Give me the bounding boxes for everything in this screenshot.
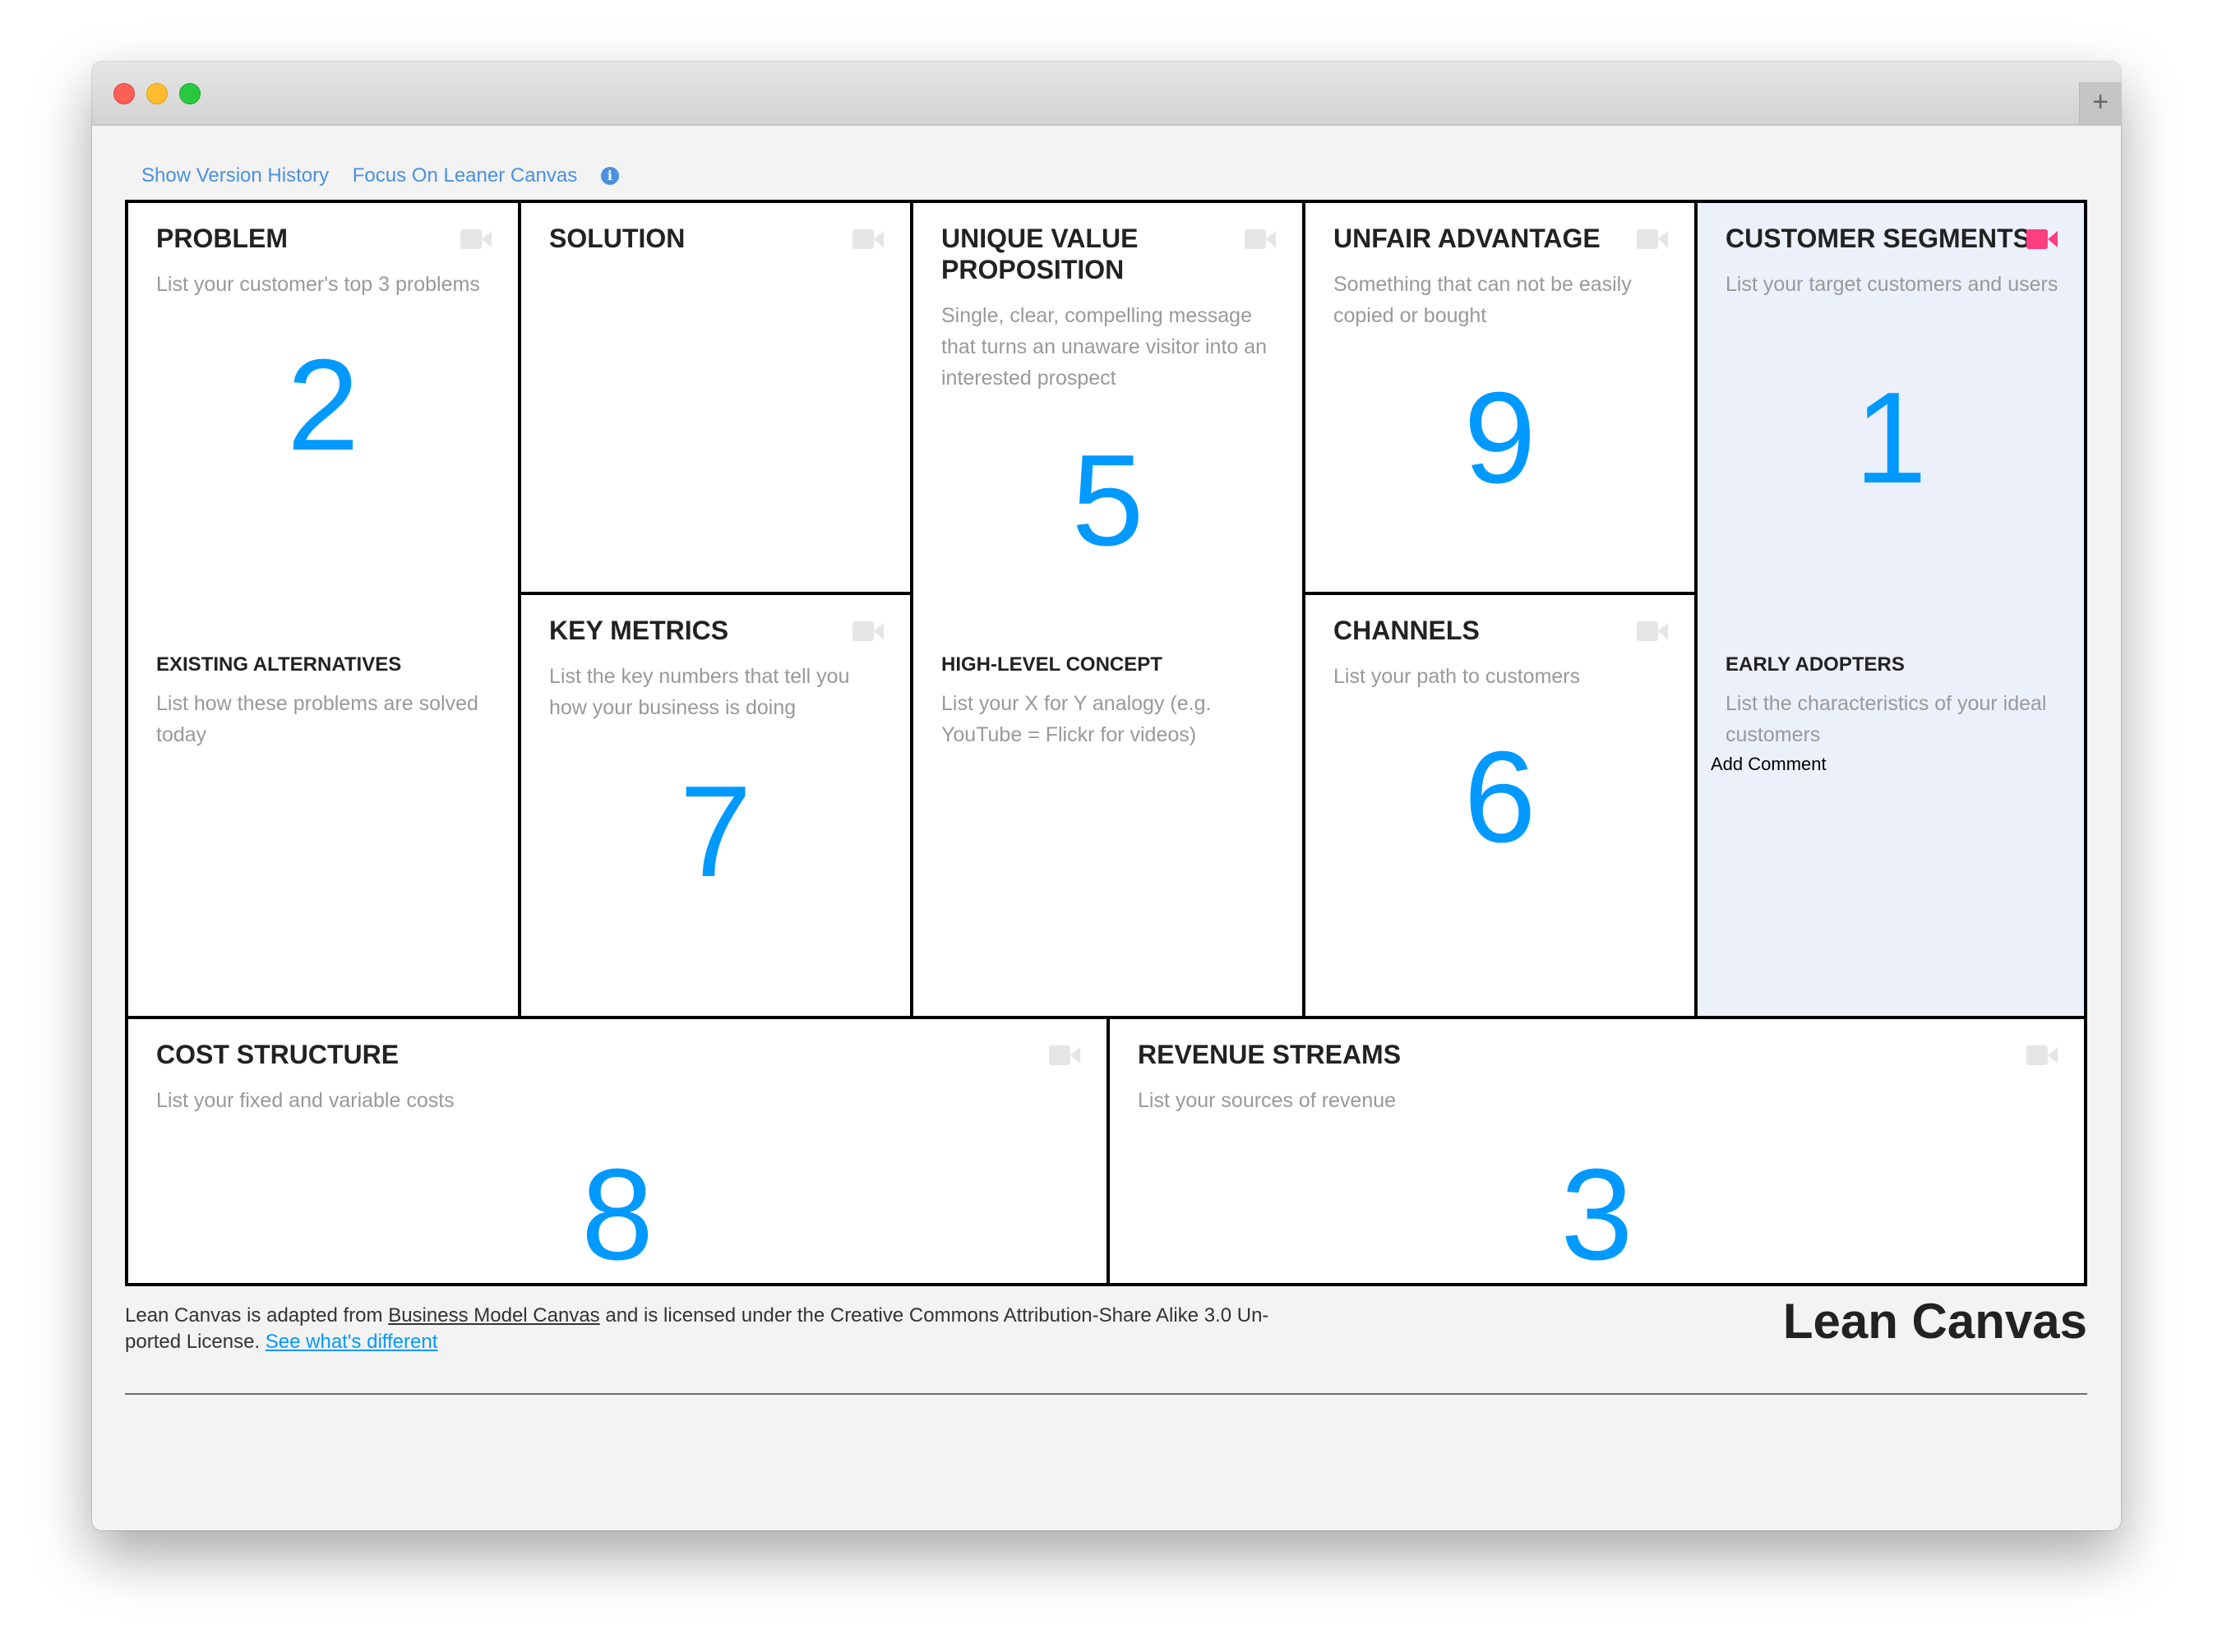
cell-title: COST STRUCTURE — [156, 1040, 400, 1069]
cell-customer-segments[interactable]: CUSTOMER SEGMENTS List your target custo… — [1698, 203, 2084, 1016]
cell-title: UNIQUE VALUE PROPOSITION — [941, 224, 1139, 284]
video-icon[interactable] — [1637, 229, 1668, 249]
cell-title: UNFAIR ADVANTAGE — [1333, 224, 1601, 253]
video-icon[interactable] — [1049, 1045, 1080, 1065]
cell-cost-structure[interactable]: COST STRUCTURE List your fixed and varia… — [128, 1016, 1110, 1283]
cell-description: List your sources of revenue — [1138, 1089, 1397, 1112]
cell-description: Something that can not be easily copied … — [1333, 273, 1632, 327]
cell-unique-value-proposition[interactable]: UNIQUE VALUE PROPOSITION Single, clear, … — [913, 203, 1305, 1016]
video-icon[interactable] — [2026, 229, 2058, 249]
license-text: Lean Canvas is adapted from — [125, 1304, 389, 1327]
cell-title: SOLUTION — [549, 224, 686, 253]
cell-description: List your path to customers — [1333, 665, 1581, 688]
cell-description: List your customer's top 3 problems — [156, 273, 480, 296]
canvas-toolbar: Show Version History Focus On Leaner Can… — [141, 164, 637, 187]
cell-description: List your target customers and users — [1726, 273, 2058, 296]
video-icon[interactable] — [1245, 229, 1276, 249]
close-window-button[interactable] — [113, 83, 135, 104]
cell-description: Single, clear, compelling message that t… — [941, 304, 1268, 390]
divider — [125, 1393, 2087, 1395]
subsection-description: List how these problems are solved today — [156, 692, 478, 746]
maximize-window-button[interactable] — [179, 83, 201, 104]
cell-title: KEY METRICS — [549, 616, 729, 645]
subsection-title: EARLY ADOPTERS — [1726, 653, 1905, 676]
cell-channels[interactable]: CHANNELS List your path to customers 6 — [1305, 595, 1698, 1016]
cell-description: List the key numbers that tell you how y… — [549, 665, 850, 719]
subsection-title: EXISTING ALTERNATIVES — [156, 653, 402, 676]
cell-unfair-advantage[interactable]: UNFAIR ADVANTAGE Something that can not … — [1305, 203, 1698, 595]
cell-title: CHANNELS — [1333, 616, 1480, 645]
browser-window: + Show Version History Focus On Leaner C… — [92, 62, 2121, 1530]
cell-number: 6 — [1463, 725, 1536, 870]
cell-number: 9 — [1463, 366, 1536, 510]
new-tab-button[interactable]: + — [2079, 82, 2121, 124]
lean-canvas-logo: Lean Canvas — [1782, 1294, 2087, 1349]
subsection-title: HIGH-LEVEL CONCEPT — [941, 653, 1162, 676]
title-bar: + — [92, 62, 2121, 126]
video-icon[interactable] — [852, 229, 884, 249]
focus-leaner-canvas-link[interactable]: Focus On Leaner Canvas — [353, 164, 577, 187]
video-icon[interactable] — [460, 229, 492, 249]
cell-number: 2 — [287, 333, 359, 478]
cell-number: 1 — [1855, 366, 1927, 510]
cell-description: List your fixed and variable costs — [156, 1089, 455, 1112]
cell-problem[interactable]: PROBLEM List your customer's top 3 probl… — [128, 203, 521, 1016]
cell-title: REVENUE STREAMS — [1138, 1040, 1402, 1069]
video-icon[interactable] — [852, 621, 884, 641]
video-icon[interactable] — [1637, 621, 1668, 641]
cell-number: 8 — [581, 1142, 654, 1287]
cell-number: 7 — [679, 759, 752, 904]
cell-title: PROBLEM — [156, 224, 288, 253]
add-comment-button[interactable]: Add Comment — [1711, 754, 1827, 775]
business-model-canvas-link[interactable]: Business Model Canvas — [388, 1304, 599, 1327]
see-whats-different-link[interactable]: See what's different — [266, 1331, 438, 1353]
subsection-description: List your X for Y analogy (e.g. YouTube … — [941, 692, 1212, 746]
minimize-window-button[interactable] — [146, 83, 168, 104]
cell-solution[interactable]: SOLUTION — [521, 203, 913, 595]
info-icon[interactable]: i — [600, 167, 619, 185]
cell-number: 3 — [1560, 1142, 1633, 1287]
cell-revenue-streams[interactable]: REVENUE STREAMS List your sources of rev… — [1110, 1016, 2084, 1283]
lean-canvas-board: PROBLEM List your customer's top 3 probl… — [125, 200, 2087, 1286]
license-notice: Lean Canvas is adapted from Business Mod… — [125, 1303, 1276, 1355]
video-icon[interactable] — [2026, 1045, 2058, 1065]
cell-number: 5 — [1071, 428, 1144, 573]
subsection-description: List the characteristics of your ideal c… — [1726, 692, 2047, 746]
cell-title: CUSTOMER SEGMENTS — [1726, 224, 2031, 253]
show-version-history-link[interactable]: Show Version History — [141, 164, 329, 187]
cell-key-metrics[interactable]: KEY METRICS List the key numbers that te… — [521, 595, 913, 1016]
